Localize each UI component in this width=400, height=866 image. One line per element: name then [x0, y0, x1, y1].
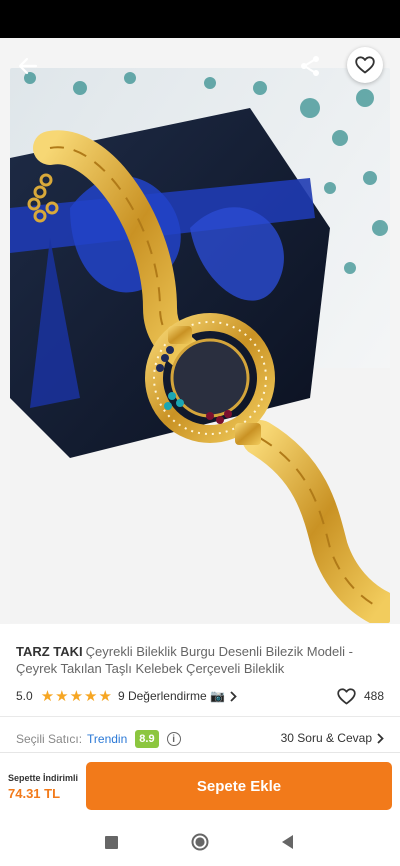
price-label: Sepette İndirimli	[8, 773, 79, 783]
info-icon[interactable]: i	[166, 732, 181, 746]
circle-icon	[191, 833, 209, 851]
heart-icon	[337, 687, 356, 704]
arrow-left-icon	[18, 57, 38, 75]
triangle-left-icon	[282, 835, 293, 849]
rating-row: 5.0 ★ ★ ★ ★ ★ 9 Değerlendirme 📷 488	[16, 686, 384, 706]
seller-label: Seçili Satıcı:	[16, 732, 83, 746]
add-to-cart-bar: Sepette İndirimli 74.31 TL Sepete Ekle	[0, 752, 400, 818]
brand-name[interactable]: TARZ TAKI	[16, 644, 83, 659]
bracelet-photo	[10, 68, 390, 623]
home-button[interactable]	[190, 832, 210, 852]
system-back-button[interactable]	[279, 833, 297, 851]
add-to-cart-button[interactable]: Sepete Ekle	[86, 762, 392, 810]
qa-link-label: 30 Soru & Cevap	[280, 731, 372, 745]
star-icon: ★	[84, 687, 98, 705]
star-icon: ★	[40, 687, 55, 705]
product-gallery[interactable]	[0, 38, 400, 624]
product-title: TARZ TAKI Çeyrekli Bileklik Burgu Desenli…	[16, 643, 386, 677]
system-nav-bar	[0, 818, 400, 866]
seller-row: Seçili Satıcı: Trendin 8.9 i 30 Soru & C…	[16, 728, 384, 750]
star-icon: ★	[69, 687, 84, 705]
rating-stars: ★ ★ ★ ★ ★	[41, 689, 112, 704]
reviews-link-label: 9 Değerlendirme 📷	[117, 689, 225, 703]
seller-name-link[interactable]: Trendin	[87, 732, 127, 746]
share-icon	[301, 56, 319, 76]
divider	[0, 716, 400, 717]
rating-score: 5.0	[16, 689, 33, 703]
chevron-right-icon	[377, 732, 384, 744]
square-icon	[104, 835, 118, 849]
qa-link[interactable]: 30 Soru & Cevap	[281, 731, 384, 745]
share-button[interactable]	[292, 50, 328, 82]
reviews-link[interactable]: 9 Değerlendirme 📷	[118, 689, 237, 703]
star-icon: ★	[55, 687, 69, 705]
product-image[interactable]	[10, 68, 390, 623]
heart-icon	[355, 56, 375, 74]
star-icon: ★	[98, 687, 112, 705]
chevron-right-icon	[230, 690, 237, 702]
favorite-button[interactable]	[347, 47, 383, 83]
favorite-count[interactable]: 488	[337, 686, 384, 706]
price-value: 74.31 TL	[8, 786, 61, 801]
status-bar	[0, 0, 400, 38]
back-button[interactable]	[10, 50, 46, 82]
recents-button[interactable]	[102, 833, 120, 851]
favorite-count-value: 488	[363, 689, 384, 703]
seller-score-badge: 8.9	[135, 730, 159, 748]
